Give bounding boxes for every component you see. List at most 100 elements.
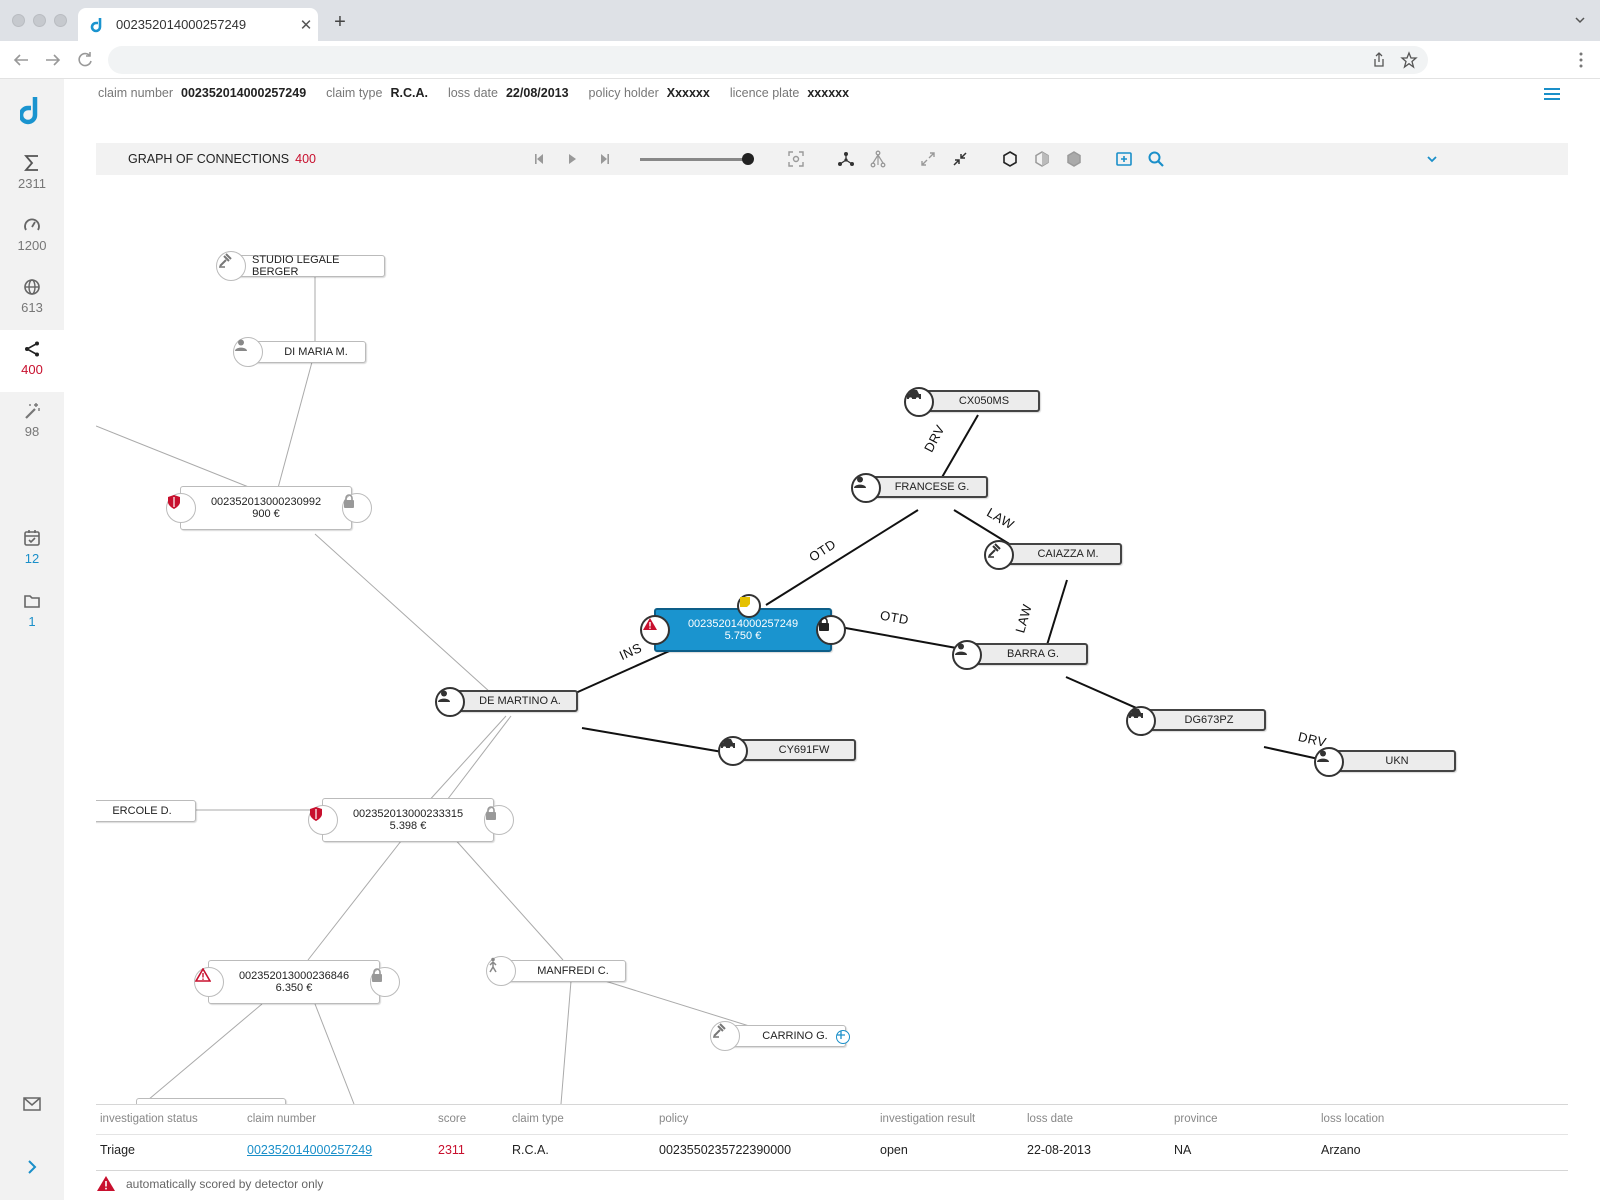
app-logo-icon[interactable]	[20, 95, 44, 125]
node-claim-amount: 5.398 €	[389, 820, 427, 832]
bookmark-star-icon[interactable]	[1400, 51, 1418, 69]
graph-node-person[interactable]: DE MARTINO A.	[448, 690, 578, 712]
warning-triangle-icon	[194, 967, 224, 997]
app-favicon-icon	[90, 17, 102, 32]
sidebar-item-graph[interactable]: 400	[0, 330, 64, 392]
graph-node-vehicle[interactable]: CY691FW	[732, 739, 856, 761]
column-header[interactable]: policy	[659, 1113, 688, 1125]
warning-triangle-icon	[97, 1176, 115, 1191]
node-label: DI MARIA M.	[284, 346, 348, 358]
mail-icon[interactable]	[23, 1097, 41, 1111]
car-icon	[904, 387, 934, 417]
graph-canvas[interactable]: DRV LAW OTD LAW OTD INS DRV STUDIO LEGAL…	[96, 178, 1568, 1104]
lock-icon	[816, 615, 846, 645]
column-header[interactable]: province	[1174, 1113, 1217, 1125]
sidebar-item-geo[interactable]: 613	[0, 268, 64, 330]
focus-center-icon[interactable]	[786, 149, 806, 169]
timeline-slider-handle[interactable]	[742, 153, 754, 165]
graph-count: 400	[295, 152, 316, 166]
sidebar-item-documents[interactable]: 1	[0, 582, 64, 644]
window-controls	[12, 14, 67, 27]
chevron-down-icon[interactable]	[1422, 149, 1442, 169]
cell-loss-location: Arzano	[1321, 1143, 1361, 1157]
expand-icon[interactable]	[918, 149, 938, 169]
tab-search-chevron-icon[interactable]	[1574, 14, 1586, 26]
share-page-icon[interactable]	[1370, 51, 1388, 69]
graph-toolbar: GRAPH OF CONNECTIONS 400	[96, 143, 1568, 175]
sidebar-item-count: 12	[24, 551, 40, 566]
tab-close-icon[interactable]: ✕	[294, 16, 318, 34]
column-header[interactable]: investigation status	[100, 1113, 198, 1125]
sidebar-item-indicators[interactable]: 1200	[0, 206, 64, 268]
licence-plate-value: xxxxxx	[807, 86, 850, 100]
expand-sidebar-chevron-icon[interactable]	[26, 1159, 38, 1175]
sidebar-item-tasks[interactable]: 12	[0, 519, 64, 581]
note-icon	[737, 594, 761, 618]
policy-holder-value: Xxxxxx	[666, 86, 710, 100]
graph-node-claim[interactable]: 002352013000230992 900 €	[180, 486, 352, 530]
sidebar-item-count: 400	[21, 362, 43, 377]
address-bar[interactable]	[108, 46, 1428, 74]
app-sidebar: 2311 1200 613 400 98 12 1	[0, 79, 64, 1200]
hierarchy-layout-icon[interactable]	[868, 149, 888, 169]
graph-node-lawyer[interactable]: CARRINO G.	[724, 1025, 846, 1047]
back-arrow-icon[interactable]	[10, 49, 32, 71]
claim-type-label: claim type	[326, 86, 383, 100]
hexagon-outline-icon[interactable]	[1000, 149, 1020, 169]
cell-province: NA	[1174, 1143, 1192, 1157]
forward-arrow-icon[interactable]	[42, 49, 64, 71]
loss-date-label: loss date	[447, 86, 498, 100]
gavel-icon	[984, 540, 1014, 570]
cell-claim-number-link[interactable]: 002352014000257249	[247, 1143, 372, 1157]
browser-tab[interactable]: 002352014000257249 ✕	[78, 8, 318, 41]
column-header[interactable]: claim number	[247, 1113, 316, 1125]
gavel-icon	[710, 1021, 740, 1051]
graph-node-person[interactable]: DI MARIA M.	[246, 341, 366, 363]
column-header[interactable]: score	[438, 1113, 466, 1125]
cell-score: 2311	[438, 1143, 465, 1157]
pedestrian-icon	[486, 956, 516, 986]
sidebar-item-score[interactable]: 2311	[0, 144, 64, 206]
graph-node-person[interactable]: ERCOLE D.	[96, 800, 196, 822]
column-header[interactable]: loss date	[1027, 1113, 1073, 1125]
gavel-icon	[216, 251, 246, 281]
node-label: MANFREDI C.	[537, 965, 609, 977]
table-row[interactable]: Triage 002352014000257249 2311 R.C.A. 00…	[96, 1135, 1568, 1171]
node-label: CX050MS	[958, 395, 1010, 407]
column-header[interactable]: loss location	[1321, 1113, 1384, 1125]
node-claim-amount: 900 €	[252, 508, 280, 520]
sigma-icon	[24, 155, 38, 171]
play-icon[interactable]	[562, 149, 582, 169]
search-icon[interactable]	[1146, 149, 1166, 169]
network-layout-icon[interactable]	[836, 149, 856, 169]
graph-node-lawyer[interactable]: STUDIO LEGALE BERGER	[231, 254, 385, 278]
car-icon	[1126, 706, 1156, 736]
globe-icon	[24, 279, 40, 295]
sidebar-item-count: 98	[24, 424, 40, 439]
timeline-slider-track[interactable]	[640, 158, 748, 161]
hamburger-menu-icon[interactable]	[1544, 88, 1560, 100]
graph-node-claim[interactable]: 002352013000233315 5.398 €	[322, 798, 494, 842]
export-image-icon[interactable]	[1114, 149, 1134, 169]
minimize-window-button[interactable]	[33, 14, 46, 27]
graph-node-claim[interactable]: 002352013000236846 6.350 €	[208, 960, 380, 1004]
hexagon-filled-icon[interactable]	[1064, 149, 1084, 169]
expand-node-plus-icon[interactable]	[836, 1030, 850, 1044]
graph-node-person[interactable]: MANFREDI C.	[500, 960, 626, 982]
hexagon-half-icon[interactable]	[1032, 149, 1052, 169]
new-tab-button[interactable]: +	[328, 12, 352, 32]
close-window-button[interactable]	[12, 14, 25, 27]
collapse-icon[interactable]	[950, 149, 970, 169]
browser-tab-bar: 002352014000257249 ✕ +	[0, 0, 1600, 41]
node-label: CARRINO G.	[762, 1030, 828, 1042]
sidebar-item-rules[interactable]: 98	[0, 392, 64, 454]
reload-icon[interactable]	[74, 49, 96, 71]
maximize-window-button[interactable]	[54, 14, 67, 27]
step-forward-icon[interactable]	[594, 149, 614, 169]
car-icon	[718, 736, 748, 766]
browser-menu-icon[interactable]	[1578, 51, 1584, 69]
step-back-icon[interactable]	[530, 149, 550, 169]
node-claim-id: 002352013000236846	[238, 970, 350, 982]
column-header[interactable]: claim type	[512, 1113, 564, 1125]
column-header[interactable]: investigation result	[880, 1113, 975, 1125]
